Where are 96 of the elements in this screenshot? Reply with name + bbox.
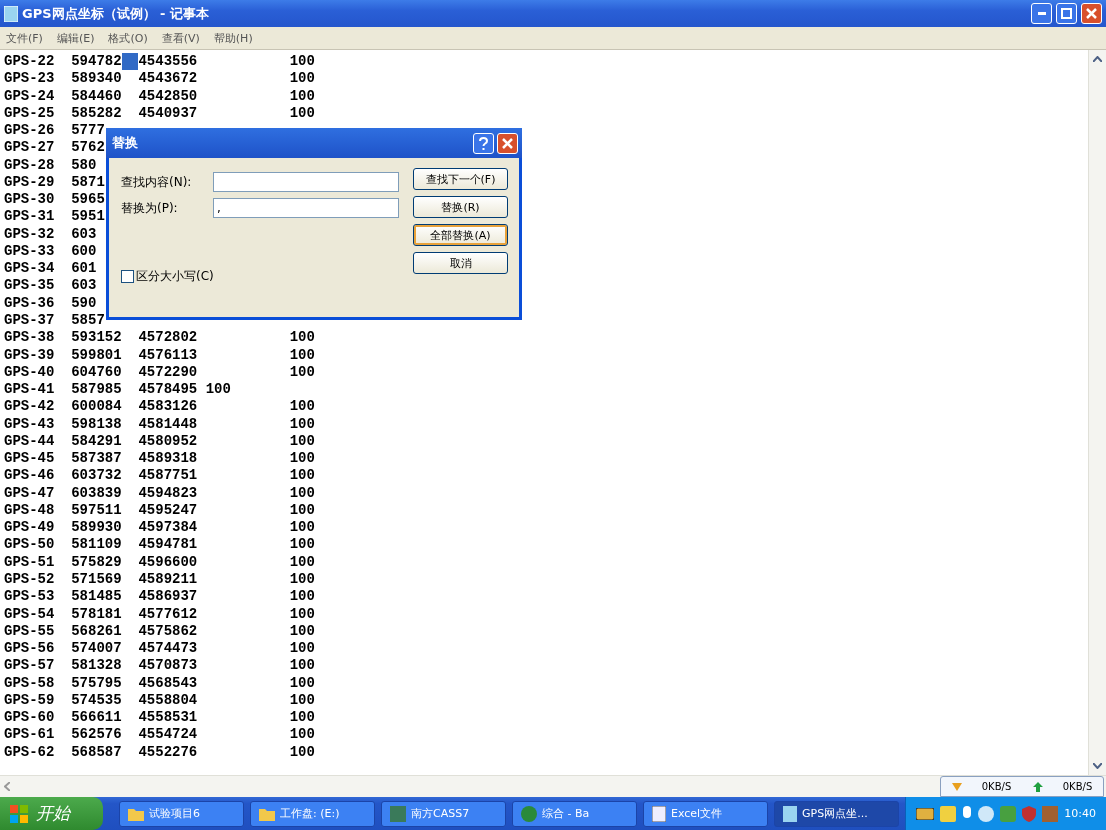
checkbox[interactable] <box>121 270 134 283</box>
notepad-icon <box>4 5 18 22</box>
text-line: GPS-36 590 <box>4 294 97 311</box>
text-line: GPS-46 603732 4587751 100 <box>4 467 315 484</box>
close-icon <box>502 137 513 149</box>
drive-icon[interactable] <box>916 807 935 820</box>
text-line: GPS-57 581328 4570873 100 <box>4 657 315 674</box>
text-line: GPS-32 603 <box>4 225 97 242</box>
close-icon <box>1086 8 1097 19</box>
windows-logo-icon <box>10 804 28 823</box>
text-line: GPS-49 589930 4597384 100 <box>4 519 315 536</box>
folder-icon <box>259 806 275 821</box>
clock: 10:40 <box>1064 807 1096 820</box>
text-line: GPS-51 575829 4596600 100 <box>4 553 315 570</box>
speed-reading: 0KB/S <box>1062 781 1093 792</box>
text-line: GPS-29 5871 <box>4 173 105 190</box>
dialog-button[interactable]: 取消 <box>413 252 508 274</box>
close-button[interactable] <box>497 132 518 154</box>
down-arrow-icon <box>951 782 962 791</box>
window-title: GPS网点坐标（试例） - 记事本 <box>22 4 210 23</box>
menu-item[interactable]: 帮助(H) <box>213 30 253 46</box>
text-line: GPS-44 584291 4580952 100 <box>4 432 315 449</box>
text-line: GPS-26 5777 <box>4 122 105 139</box>
text-line: GPS-39 599801 4576113 100 <box>4 346 315 363</box>
checkbox-label: 区分大小写(C) <box>136 268 214 285</box>
vertical-scrollbar[interactable] <box>1088 50 1106 775</box>
taskbar-button[interactable]: GPS网点坐... <box>774 800 899 827</box>
folder-icon <box>128 806 144 821</box>
text-line: GPS-25 585282 4540937 100 <box>4 104 315 121</box>
maximize-icon <box>1061 8 1072 19</box>
text-line: GPS-55 568261 4575862 100 <box>4 622 315 639</box>
text-line: GPS-48 597511 4595247 100 <box>4 501 315 518</box>
text-line: GPS-23 589340 4543672 100 <box>4 70 315 87</box>
input-field[interactable] <box>213 172 399 192</box>
close-button[interactable] <box>1081 3 1102 24</box>
taskbar-button[interactable]: 试验项目6 <box>119 800 244 827</box>
text-line: GPS-28 580 <box>4 156 97 173</box>
text-line: GPS-30 5965 <box>4 191 105 208</box>
menu-item[interactable]: 查看(V) <box>161 30 200 46</box>
field-label: 查找内容(N): <box>121 173 193 191</box>
document-icon <box>652 805 666 822</box>
text-line: GPS-58 575795 4568543 100 <box>4 674 315 691</box>
dialog-button[interactable]: 替换(R) <box>413 196 508 218</box>
scroll-left-icon[interactable] <box>4 782 10 791</box>
text-line: GPS-31 5951 <box>4 208 105 225</box>
text-line: GPS-52 571569 4589211 100 <box>4 570 315 587</box>
help-icon <box>479 136 488 150</box>
minimize-button[interactable] <box>1031 3 1052 24</box>
text-line: 4543556 100 <box>138 53 315 69</box>
scroll-down-icon[interactable] <box>1093 763 1102 769</box>
text-line: GPS-27 5762 <box>4 139 105 156</box>
taskbar-button[interactable]: 工作盘: (E:) <box>250 800 375 827</box>
speed-reading: 0KB/S <box>981 781 1012 792</box>
text-line: GPS-62 568587 4552276 100 <box>4 743 315 760</box>
up-arrow-icon <box>1032 781 1043 792</box>
text-line: GPS-38 593152 4572802 100 <box>4 329 315 346</box>
text-line: GPS-35 603 <box>4 277 97 294</box>
taskbar-button[interactable]: 南方CASS7 <box>381 800 506 827</box>
text-line: GPS-47 603839 4594823 100 <box>4 484 315 501</box>
dialog-button[interactable]: 查找下一个(F) <box>413 168 508 190</box>
minimize-icon <box>1037 12 1046 15</box>
notepad-icon <box>783 805 797 822</box>
text-line: GPS-60 566611 4558531 100 <box>4 709 315 726</box>
text-line: GPS-37 5857 <box>4 312 105 328</box>
text-line: GPS-54 578181 4577612 100 <box>4 605 315 622</box>
text-line: GPS-43 598138 4581448 100 <box>4 415 315 432</box>
text-line: GPS-33 600 <box>4 242 97 259</box>
field-label: 替换为(P): <box>121 199 179 217</box>
text-line: GPS-50 581109 4594781 100 <box>4 536 315 553</box>
text-line: GPS-59 574535 4558804 100 <box>4 691 315 708</box>
text-line: GPS-42 600084 4583126 100 <box>4 398 315 415</box>
menu-item[interactable]: 文件(F) <box>6 30 43 46</box>
text-line: GPS-22 594782 <box>4 53 122 69</box>
menu-item[interactable]: 编辑(E) <box>56 30 95 46</box>
text-line: GPS-24 584460 4542850 100 <box>4 87 315 104</box>
scroll-up-icon[interactable] <box>1093 56 1102 62</box>
text-line: GPS-61 562576 4554724 100 <box>4 726 315 743</box>
menu-item[interactable]: 格式(O) <box>108 30 148 46</box>
start-button[interactable]: 开始 <box>0 797 103 830</box>
app-icon <box>390 805 406 822</box>
text-line: GPS-53 581485 4586937 100 <box>4 588 315 605</box>
dialog-title: 替换 <box>112 134 139 152</box>
input-field[interactable]: , <box>213 198 399 218</box>
shield-icon[interactable] <box>1022 805 1037 822</box>
dialog-button[interactable]: 全部替换(A) <box>413 224 508 246</box>
taskbar-button[interactable]: 综合 - Ba <box>512 800 637 827</box>
text-line: GPS-41 587985 4578495 100 <box>4 381 231 398</box>
taskbar-button[interactable]: Excel文件 <box>643 800 768 827</box>
text-line: GPS-56 574007 4574473 100 <box>4 640 315 657</box>
maximize-button[interactable] <box>1056 3 1077 24</box>
help-button[interactable] <box>473 132 494 154</box>
text-line: GPS-45 587387 4589318 100 <box>4 450 315 467</box>
text-selection <box>121 53 139 70</box>
tray-app-icon[interactable] <box>940 805 957 822</box>
text-line: GPS-34 601 <box>4 260 97 277</box>
text-line: GPS-40 604760 4572290 100 <box>4 363 315 380</box>
